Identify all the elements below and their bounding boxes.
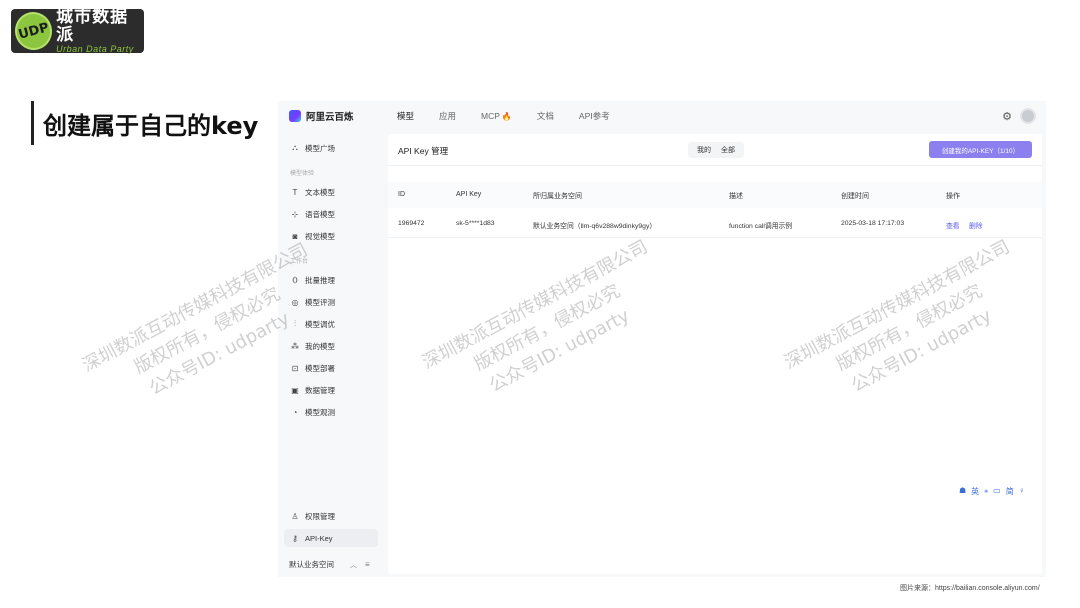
ime-keyboard[interactable]: ▭ <box>993 486 1001 497</box>
nav-models[interactable]: 模型 <box>397 110 414 122</box>
ime-lang-toggle[interactable]: 英 <box>971 486 979 497</box>
sidebar-item-label: 模型调优 <box>305 319 335 329</box>
title-accent-bar <box>31 101 34 145</box>
sidebar-item-label: API-Key <box>305 533 333 543</box>
sidebar-item-label: 权限管理 <box>305 511 335 521</box>
nav-mcp[interactable]: MCP 🔥 <box>481 111 512 121</box>
sidebar-item-text-model[interactable]: T 文本模型 <box>289 185 335 199</box>
user-icon: ♙ <box>291 511 299 521</box>
panel-title: API Key 管理 <box>398 146 449 156</box>
filter-all[interactable]: 全部 <box>716 145 740 155</box>
user-avatar[interactable] <box>1020 108 1036 124</box>
sidebar-item-label: 模型观测 <box>305 407 335 417</box>
sidebar-item-label: 批量推理 <box>305 275 335 285</box>
brand-logo: UDP 城市数据派 Urban Data Party <box>10 6 144 55</box>
key-icon: ⚷ <box>292 533 298 543</box>
observe-icon: ◔ <box>292 407 298 417</box>
text-icon: T <box>292 187 298 197</box>
table-row: 1969472 sk-5****1d83 默认业务空间（llm-q6v288w9… <box>388 210 1042 238</box>
sidebar-item-model-eval[interactable]: ◎ 模型评测 <box>289 295 336 309</box>
delete-link[interactable]: 删除 <box>969 220 983 230</box>
sidebar-item-batch-inference[interactable]: ⦅⦆ 批量推理 <box>289 273 335 287</box>
sidebar-item-api-key[interactable]: ⚷ API-Key <box>289 531 333 545</box>
logo-badge: UDP <box>10 7 57 55</box>
sidebar-item-data-management[interactable]: ▣ 数据管理 <box>289 383 335 397</box>
console-brand[interactable]: 阿里云百炼 <box>289 109 397 123</box>
ownership-filter: 我的 全部 <box>688 142 744 158</box>
workspace-name: 默认业务空间 <box>289 560 334 569</box>
col-id: ID <box>398 191 405 198</box>
col-actions: 操作 <box>946 193 960 200</box>
sidebar-item-label: 数据管理 <box>305 385 335 395</box>
sidebar-group-workbench: 工作台 <box>290 259 309 265</box>
workspace-switcher[interactable]: 默认业务空间 ︿ ≡ <box>289 559 370 570</box>
ime-logo-icon[interactable]: ☗ <box>959 486 966 497</box>
slide-title: 创建属于自己的key <box>43 112 259 140</box>
menu-icon[interactable]: ≡ <box>365 560 370 569</box>
camera-icon: ◙ <box>292 231 298 241</box>
api-key-panel: API Key 管理 我的 全部 创建我的API-KEY（1/10） ID AP… <box>388 134 1042 574</box>
models-icon: ⁂ <box>291 341 299 351</box>
cell-api-key: sk-5****1d83 <box>456 220 495 227</box>
col-workspace: 所归属业务空间 <box>533 193 582 200</box>
table-header: ID API Key 所归属业务空间 描述 创建时间 操作 <box>388 182 1042 208</box>
create-api-key-button[interactable]: 创建我的API-KEY（1/10） <box>929 141 1032 158</box>
sidebar-group-model-experience: 模型体验 <box>290 171 315 177</box>
sidebar: ⛬ 模型广场 模型体验 T 文本模型 ⊹ 语音模型 ◙ 视觉模型 工作台 ⦅⦆ 批量推理 … <box>278 131 386 577</box>
nav-docs[interactable]: 文档 <box>537 110 554 122</box>
sidebar-item-model-observe[interactable]: ◔ 模型观测 <box>289 405 335 419</box>
nav-mcp-label: MCP <box>481 111 500 121</box>
sidebar-item-voice-model[interactable]: ⊹ 语音模型 <box>289 207 335 221</box>
sidebar-item-label: 模型评测 <box>305 297 335 307</box>
voice-icon: ⊹ <box>291 209 299 219</box>
ime-punctuation[interactable]: ⁎ <box>984 486 988 497</box>
sidebar-item-label: 视觉模型 <box>305 231 335 241</box>
eval-icon: ◎ <box>291 297 299 307</box>
ime-simplified[interactable]: 简 <box>1006 486 1014 497</box>
sidebar-item-model-plaza[interactable]: ⛬ 模型广场 <box>289 141 335 155</box>
brand-name: 阿里云百炼 <box>306 112 354 123</box>
sidebar-item-vision-model[interactable]: ◙ 视觉模型 <box>289 229 335 243</box>
tune-icon: ⫶ <box>294 319 296 328</box>
col-description: 描述 <box>729 193 743 200</box>
deploy-icon: ⊡ <box>291 363 299 373</box>
settings-gear-icon[interactable]: ⚙ <box>1002 110 1012 123</box>
cell-workspace: 默认业务空间（llm-q6v288w9dinky9gy） <box>533 223 657 230</box>
col-created: 创建时间 <box>841 193 869 200</box>
batch-icon: ⦅⦆ <box>292 275 298 284</box>
sidebar-item-permissions[interactable]: ♙ 权限管理 <box>289 509 335 523</box>
logo-name-cn: 城市数据派 <box>56 6 129 44</box>
nav-api-reference[interactable]: API参考 <box>579 110 610 122</box>
top-nav: 阿里云百炼 模型 应用 MCP 🔥 文档 API参考 ⚙ <box>278 101 1046 131</box>
plaza-icon: ⛬ <box>292 143 298 152</box>
nav-apps[interactable]: 应用 <box>439 110 456 122</box>
divider <box>388 165 1042 166</box>
cell-description: function call调用示例 <box>729 223 793 230</box>
view-link[interactable]: 查看 <box>946 220 960 230</box>
bailian-logo-icon <box>289 110 301 122</box>
chevron-up-icon: ︿ <box>350 561 357 569</box>
filter-mine[interactable]: 我的 <box>692 145 716 155</box>
sidebar-item-label: 模型广场 <box>305 143 335 153</box>
cell-created: 2025-03-18 17:17:03 <box>841 220 905 227</box>
ime-toolbar: ☗ 英 ⁎ ▭ 简 ♀ <box>959 486 1030 497</box>
sidebar-item-label: 我的模型 <box>305 341 335 351</box>
sidebar-item-my-models[interactable]: ⁂ 我的模型 <box>289 339 335 353</box>
source-note: 图片来源：https://bailian.console.aliyun.com/ <box>900 585 1040 592</box>
ime-user[interactable]: ♀ <box>1019 486 1025 497</box>
fire-icon: 🔥 <box>501 111 512 121</box>
col-api-key: API Key <box>456 191 482 198</box>
sidebar-item-model-tuning[interactable]: ⫶ 模型调优 <box>289 317 335 331</box>
sidebar-item-label: 文本模型 <box>305 187 335 197</box>
cell-id: 1969472 <box>398 220 425 227</box>
sidebar-item-model-deploy[interactable]: ⊡ 模型部署 <box>289 361 335 375</box>
sidebar-item-label: 模型部署 <box>305 363 335 373</box>
sidebar-item-label: 语音模型 <box>305 209 335 219</box>
console-screenshot: 阿里云百炼 模型 应用 MCP 🔥 文档 API参考 ⚙ ⛬ 模型广场 模型体验 T… <box>278 101 1046 577</box>
logo-name-en: Urban Data Party <box>56 43 134 54</box>
data-icon: ▣ <box>291 385 299 395</box>
